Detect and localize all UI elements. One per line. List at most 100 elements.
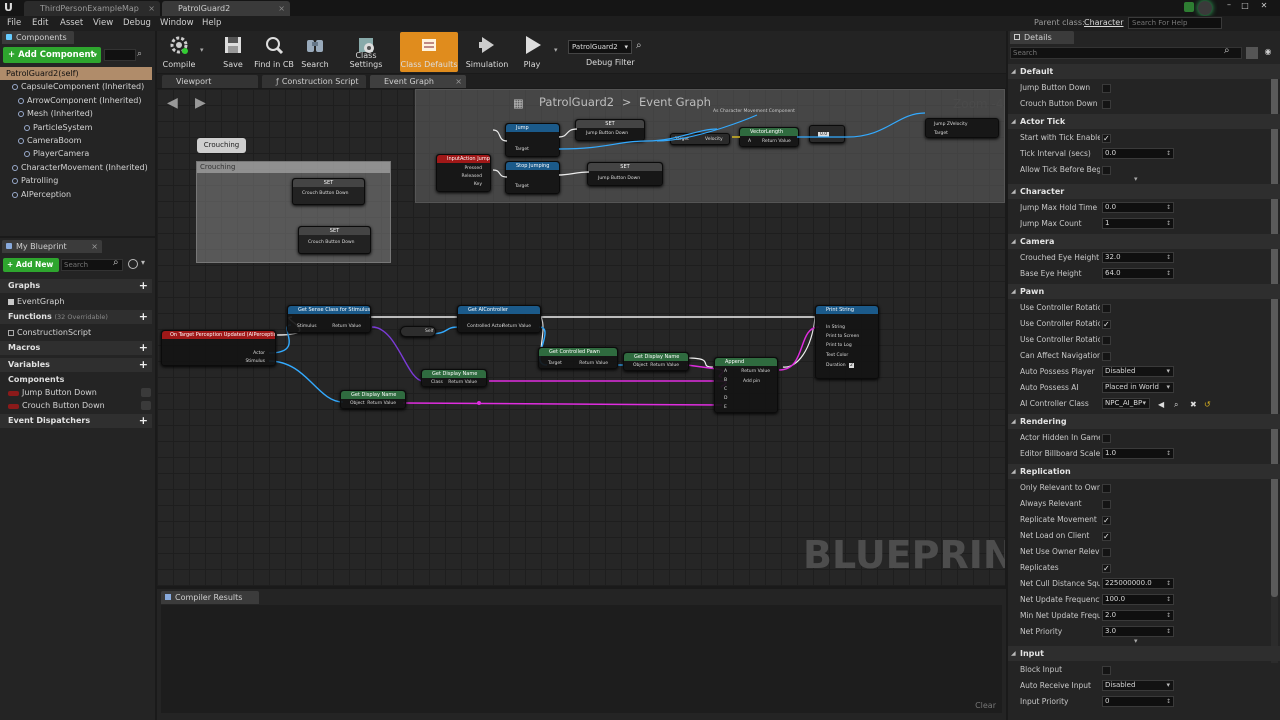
menu-window[interactable]: Window	[160, 16, 194, 30]
graph-item-eventgraph[interactable]: EventGraph	[0, 295, 150, 308]
add-graph-button[interactable]: +	[139, 279, 148, 293]
graph-canvas[interactable]: Crouching Crouching SET Crouch Button Do…	[157, 89, 1005, 586]
search-icon[interactable]: ⌕	[113, 257, 119, 268]
variable-item[interactable]: Crouch Button Down	[0, 399, 150, 412]
add-function-button[interactable]: +	[139, 310, 148, 324]
minimize-button[interactable]: –	[1222, 0, 1236, 12]
compile-options-arrow-icon[interactable]: ▾	[200, 46, 204, 54]
debug-search-icon[interactable]: ⌕	[636, 40, 642, 51]
property-number-field[interactable]: 225000000.0	[1102, 578, 1174, 589]
property-dropdown[interactable]: Placed in World	[1102, 382, 1174, 393]
menu-file[interactable]: File	[7, 16, 21, 30]
functions-section[interactable]: Functions (32 Overridable) +	[0, 310, 152, 324]
get-aicontroller-node[interactable]: Get AIController Controlled Actor Return…	[457, 305, 541, 333]
property-checkbox[interactable]	[1102, 317, 1111, 333]
property-dropdown[interactable]: Disabled	[1102, 680, 1174, 691]
details-section-rendering[interactable]: Rendering	[1008, 414, 1280, 429]
tab-patrolguard2[interactable]: PatrolGuard2 ×	[162, 1, 290, 16]
details-section-pawn[interactable]: Pawn	[1008, 284, 1280, 299]
search-icon[interactable]: ⌕	[1224, 45, 1230, 56]
self-node[interactable]: Self	[400, 326, 436, 337]
details-section-camera[interactable]: Camera	[1008, 234, 1280, 249]
tab-event-graph[interactable]: Event Graph ×	[370, 75, 466, 88]
menu-edit[interactable]: Edit	[32, 16, 48, 30]
tab-third-person-map[interactable]: ThirdPersonExampleMap ×	[24, 1, 160, 16]
ue-logo-icon[interactable]: U	[4, 1, 16, 14]
tab-viewport[interactable]: Viewport	[162, 75, 258, 88]
close-icon[interactable]: ×	[148, 1, 155, 16]
on-target-perception-updated-node[interactable]: On Target Perception Updated (AIPercepti…	[161, 330, 276, 366]
property-checkbox[interactable]	[1102, 100, 1111, 109]
clear-button[interactable]: Clear	[975, 701, 996, 710]
macros-section[interactable]: Macros +	[0, 341, 152, 355]
close-window-button[interactable]: ✕	[1254, 0, 1274, 12]
property-number-field[interactable]: 1.0	[1102, 448, 1174, 459]
details-section-replication[interactable]: Replication	[1008, 464, 1280, 479]
browse-icon[interactable]: ⌕	[1174, 397, 1178, 413]
property-checkbox[interactable]	[1102, 434, 1111, 443]
view-options-icon[interactable]	[128, 259, 138, 269]
eye-icon[interactable]: ◉	[1262, 47, 1274, 59]
my-blueprint-tab[interactable]: My Blueprint ×	[2, 240, 102, 253]
chevron-down-icon[interactable]: ▾	[141, 258, 145, 267]
find-in-cb-button[interactable]: Find in CB	[252, 32, 296, 72]
close-icon[interactable]: ×	[278, 1, 285, 16]
debug-object-select[interactable]: PatrolGuard2 ▾	[568, 40, 632, 54]
visibility-toggle-icon[interactable]	[141, 401, 151, 410]
menu-debug[interactable]: Debug	[123, 16, 151, 30]
component-item[interactable]: CameraBoom	[0, 134, 150, 147]
play-options-arrow-icon[interactable]: ▾	[554, 46, 558, 54]
help-search-input[interactable]	[1128, 17, 1222, 29]
notification-icon[interactable]	[1184, 2, 1194, 12]
property-number-field[interactable]: 0.0	[1102, 148, 1174, 159]
property-checkbox[interactable]	[1102, 513, 1111, 529]
get-display-name-object-node-1[interactable]: Get Display Name Object Return Value	[623, 352, 689, 371]
search-button[interactable]: Search	[298, 32, 332, 72]
source-control-icon[interactable]	[1198, 1, 1212, 15]
save-button[interactable]: Save	[216, 32, 250, 72]
property-checkbox[interactable]	[1102, 484, 1111, 493]
event-dispatchers-section[interactable]: Event Dispatchers +	[0, 414, 152, 428]
component-item[interactable]: CharacterMovement (Inherited)	[0, 161, 150, 174]
close-icon[interactable]: ×	[91, 240, 98, 253]
property-checkbox[interactable]	[1102, 561, 1111, 577]
property-checkbox[interactable]	[1102, 529, 1111, 545]
property-number-field[interactable]: 0.0	[1102, 202, 1174, 213]
property-checkbox[interactable]	[1102, 666, 1111, 675]
use-selected-icon[interactable]: ◀	[1158, 397, 1164, 413]
compile-button[interactable]: Compile	[160, 32, 198, 72]
property-class-picker[interactable]: NPC_AI_BP	[1102, 398, 1150, 409]
menu-asset[interactable]: Asset	[60, 16, 83, 30]
component-item[interactable]: ParticleSystem	[0, 121, 150, 134]
details-tab[interactable]: Details	[1010, 31, 1074, 44]
component-item[interactable]: ArrowComponent (Inherited)	[0, 94, 150, 107]
function-item-construction[interactable]: ConstructionScript	[0, 326, 150, 339]
property-checkbox[interactable]	[1102, 336, 1111, 345]
add-new-button[interactable]: + Add New	[3, 258, 59, 272]
get-display-name-object-node-2[interactable]: Get Display Name Object Return Value	[340, 390, 406, 409]
component-item[interactable]: Patrolling	[0, 174, 150, 187]
property-checkbox[interactable]	[1102, 352, 1111, 361]
variable-item[interactable]: Jump Button Down	[0, 386, 150, 399]
property-dropdown[interactable]: Disabled	[1102, 366, 1174, 377]
add-dispatcher-button[interactable]: +	[139, 414, 148, 428]
details-section-character[interactable]: Character	[1008, 184, 1280, 199]
property-number-field[interactable]: 100.0	[1102, 594, 1174, 605]
component-item[interactable]: AIPerception	[0, 188, 150, 201]
add-pin-button[interactable]: Add pin	[743, 379, 760, 384]
property-checkbox[interactable]	[1102, 548, 1111, 557]
get-controlled-pawn-node[interactable]: Get Controlled Pawn Target Return Value	[538, 347, 618, 369]
property-checkbox[interactable]	[1102, 131, 1111, 147]
clear-icon[interactable]: ✖	[1190, 397, 1197, 413]
add-component-button[interactable]: + Add Component ▾	[3, 47, 101, 63]
expand-advanced-icon[interactable]: ▾	[1134, 637, 1138, 645]
reset-icon[interactable]: ↺	[1204, 397, 1211, 413]
get-display-name-class-node[interactable]: Get Display Name Class Return Value	[421, 369, 487, 387]
append-node[interactable]: Append Return Value A B C D E Add pin	[714, 357, 778, 413]
compiler-results-tab[interactable]: Compiler Results	[161, 591, 259, 604]
class-defaults-button[interactable]: Class Defaults	[400, 32, 458, 72]
property-number-field[interactable]: 64.0	[1102, 268, 1174, 279]
maximize-button[interactable]: □	[1238, 0, 1252, 12]
details-search-input[interactable]	[1010, 47, 1242, 59]
menu-help[interactable]: Help	[202, 16, 221, 30]
